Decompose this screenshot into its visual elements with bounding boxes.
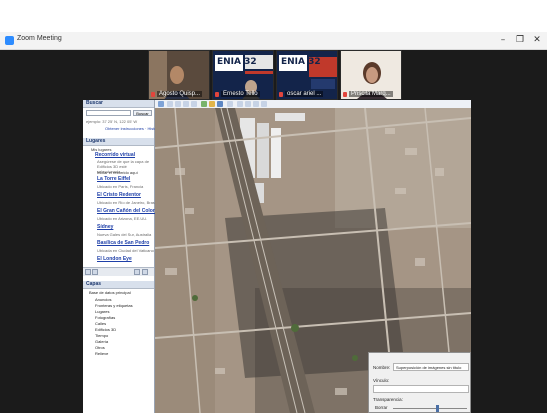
place-link[interactable]: El London Eye: [97, 257, 132, 262]
link-field[interactable]: [373, 385, 469, 393]
event-logo: ENIA 32: [217, 57, 257, 67]
layers-panel-header[interactable]: Capas: [83, 281, 154, 289]
place-subtitle: Ubicada en Ciudad del Vaticano: [97, 248, 154, 253]
link-label: Vínculo:: [373, 378, 390, 383]
zoom-app-icon: [5, 36, 14, 45]
search-input[interactable]: [86, 110, 131, 116]
window-title: Zoom Meeting: [17, 35, 62, 42]
layers-panel-title: Capas: [86, 281, 102, 287]
save-image-icon[interactable]: [253, 101, 259, 107]
place-link[interactable]: Sídney: [97, 225, 113, 230]
polygon-icon[interactable]: [175, 101, 181, 107]
search-button[interactable]: Buscar: [133, 110, 152, 116]
restore-button[interactable]: ❐: [511, 34, 529, 47]
path-icon[interactable]: [183, 101, 189, 107]
search-hint: ejemplo: 37 25' N, 122 05' W: [86, 119, 138, 124]
email-icon[interactable]: [237, 101, 243, 107]
mic-muted-icon: [343, 92, 347, 97]
participant-strip: Agosto Quisp... ENIA 32 Ernesto Tello EN…: [148, 50, 402, 100]
search-links[interactable]: Obtener instrucciones · Historial: [105, 126, 162, 131]
name-label: Nombre:: [373, 365, 391, 370]
video-tile[interactable]: Agosto Quisp...: [148, 50, 210, 100]
search-places-icon[interactable]: [85, 269, 91, 275]
google-earth-sidebar: Buscar Buscar ejemplo: 37 25' N, 122 05'…: [83, 100, 164, 413]
image-overlay-icon[interactable]: [191, 101, 197, 107]
up-arrow-icon[interactable]: [134, 269, 140, 275]
layer-item[interactable]: Calles: [95, 321, 106, 326]
place-subtitle: Ubicado en Río de Janeiro, Brasil: [97, 200, 157, 205]
place-link[interactable]: El Cristo Redentor: [97, 193, 141, 198]
sunlight-icon[interactable]: [209, 101, 215, 107]
print-icon[interactable]: [245, 101, 251, 107]
layer-item[interactable]: Fotografías: [95, 315, 115, 320]
layer-item[interactable]: Lugares: [95, 309, 109, 314]
minimize-button[interactable]: –: [494, 34, 512, 47]
down-arrow-icon[interactable]: [142, 269, 148, 275]
video-tile[interactable]: ENIA 32 Ernesto Tello: [212, 50, 274, 100]
layer-item[interactable]: Galería: [95, 339, 108, 344]
image-overlay-dialog: Nombre: Superposición de imágenes sin tí…: [368, 352, 471, 413]
name-value: Superposición de imágenes sin título: [396, 365, 462, 370]
tour-link[interactable]: Recorrido virtual: [95, 153, 135, 158]
participant-name: Agosto Quisp...: [157, 91, 203, 97]
participant-name: oscar ariel ...: [285, 91, 324, 97]
place-subtitle: Nueva Gales del Sur, Australia: [97, 232, 152, 237]
title-bar: Zoom Meeting – ❐ ✕: [0, 32, 547, 50]
placemark-icon[interactable]: [167, 101, 173, 107]
maps-icon[interactable]: [261, 101, 267, 107]
transparency-label: Transparencia:: [373, 397, 403, 402]
layer-item[interactable]: Otros: [95, 345, 105, 350]
event-logo: ENIA 32: [281, 57, 321, 67]
place-link[interactable]: El Gran Cañón del Colorado: [97, 209, 164, 214]
ruler-icon[interactable]: [227, 101, 233, 107]
video-tile[interactable]: Priscila Marq...: [340, 50, 402, 100]
tour-play[interactable]: Iniciar el recorrido aquí: [97, 170, 138, 175]
historical-imagery-icon[interactable]: [201, 101, 207, 107]
mic-muted-icon: [215, 92, 219, 97]
name-field[interactable]: Superposición de imágenes sin título: [393, 363, 469, 371]
layer-item[interactable]: Anuncios: [95, 297, 111, 302]
place-link[interactable]: La Torre Eiffel: [97, 177, 130, 182]
search-panel-header[interactable]: Buscar: [83, 100, 154, 108]
view-icon[interactable]: [92, 269, 98, 275]
mic-muted-icon: [151, 92, 155, 97]
planets-icon[interactable]: [217, 101, 223, 107]
place-link[interactable]: Basílica de San Pedro: [97, 241, 149, 246]
places-panel-title: Lugares: [86, 138, 106, 144]
transparency-slider[interactable]: [393, 405, 467, 412]
layer-item[interactable]: Fronteras y etiquetas: [95, 303, 133, 308]
place-subtitle: Ubicado en París, Francia: [97, 184, 144, 189]
search-panel-title: Buscar: [86, 100, 103, 106]
participant-name: Priscila Marq...: [349, 91, 393, 97]
layer-item[interactable]: Edificios 3D: [95, 327, 116, 332]
mic-muted-icon: [279, 92, 283, 97]
layers-root[interactable]: Base de datos principal: [89, 290, 131, 295]
video-tile[interactable]: ENIA 32 oscar ariel ...: [276, 50, 338, 100]
layer-item[interactable]: Tiempo: [95, 333, 108, 338]
places-panel-header[interactable]: Lugares: [83, 138, 154, 146]
transparency-thumb[interactable]: [435, 405, 439, 412]
places-controls: [83, 267, 154, 276]
layer-item[interactable]: Relieve: [95, 351, 108, 356]
close-button[interactable]: ✕: [528, 34, 546, 47]
place-subtitle: Ubicado en Arizona, EE.UU.: [97, 216, 148, 221]
participant-name: Ernesto Tello: [221, 91, 260, 97]
transparency-left-label: Borrar: [375, 405, 388, 410]
sidebar-toggle-icon[interactable]: [158, 101, 164, 107]
